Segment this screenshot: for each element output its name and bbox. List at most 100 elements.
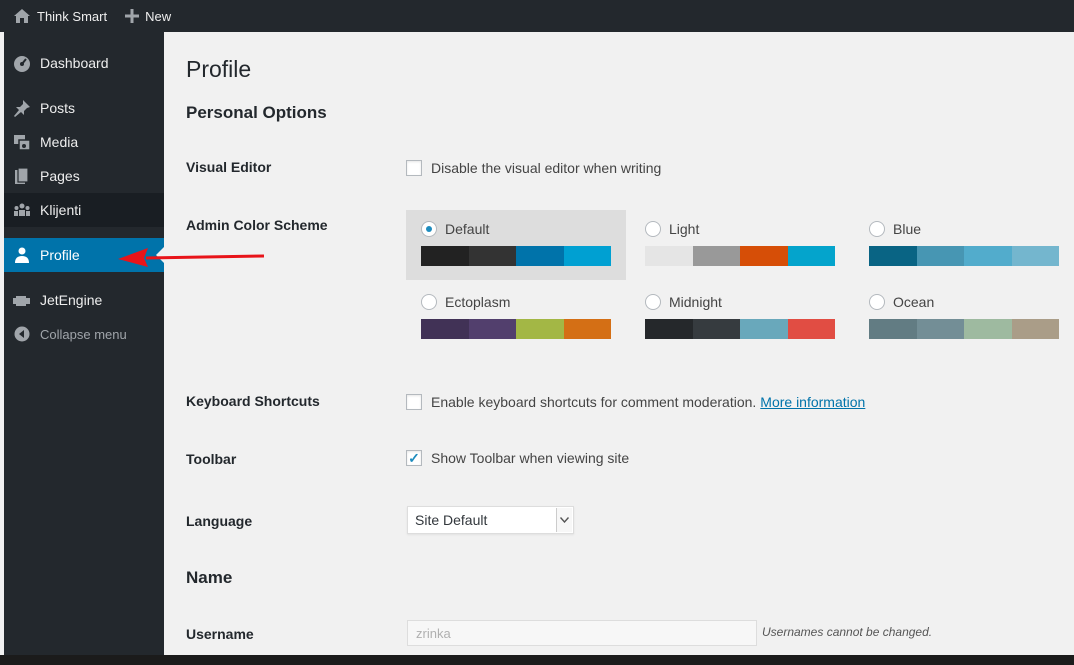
color-swatch	[421, 319, 469, 339]
radio-dot-icon	[426, 226, 432, 232]
chevron-down-icon	[556, 508, 572, 532]
sidebar-item-label: JetEngine	[40, 292, 103, 308]
color-swatch	[692, 246, 740, 266]
checkmark-icon: ✓	[408, 450, 420, 466]
color-scheme-name: Midnight	[669, 294, 722, 310]
toolbar-option-label: Show Toolbar when viewing site	[431, 450, 630, 466]
username-value: zrinka	[416, 625, 451, 641]
color-scheme-name: Ocean	[893, 294, 935, 310]
color-swatch	[740, 246, 788, 266]
new-label: New	[145, 8, 172, 24]
sidebar-item-jetengine[interactable]: JetEngine	[4, 283, 164, 317]
color-swatch	[869, 246, 917, 266]
color-scheme-option[interactable]: Default	[406, 210, 626, 280]
sidebar-item-label: Pages	[40, 168, 80, 184]
color-swatch	[916, 319, 964, 339]
site-name-label: Think Smart	[37, 8, 108, 24]
visual-editor-checkbox[interactable]	[406, 160, 422, 176]
color-swatches	[869, 319, 1059, 339]
keyboard-shortcuts-option: Enable keyboard shortcuts for comment mo…	[406, 394, 865, 410]
main-content: Profile Personal Options Visual Editor D…	[164, 32, 1074, 655]
color-scheme-header: Ectoplasm	[421, 293, 611, 311]
color-swatch	[421, 246, 469, 266]
sidebar-item-klijenti[interactable]: Klijenti	[4, 193, 164, 227]
color-scheme-option[interactable]: Midnight	[630, 283, 850, 353]
visual-editor-option[interactable]: Disable the visual editor when writing	[406, 160, 661, 176]
keyboard-shortcuts-label: Keyboard Shortcuts	[186, 393, 320, 409]
color-scheme-header: Midnight	[645, 293, 835, 311]
sidebar-item-dashboard[interactable]: Dashboard	[4, 46, 164, 80]
language-label: Language	[186, 513, 253, 529]
color-swatch	[964, 319, 1012, 339]
color-scheme-radio[interactable]	[869, 221, 885, 237]
dashboard-icon	[4, 54, 40, 72]
color-swatches	[645, 246, 835, 266]
color-swatch	[468, 246, 516, 266]
color-swatch	[1011, 319, 1059, 339]
color-scheme-option[interactable]: Ocean	[854, 283, 1074, 353]
jetengine-icon	[4, 292, 40, 308]
color-swatch	[516, 319, 564, 339]
color-scheme-name: Default	[445, 221, 490, 237]
collapse-menu-button[interactable]: Collapse menu	[4, 317, 164, 351]
admin-bar: Think Smart New	[0, 0, 1074, 32]
pin-icon	[4, 99, 40, 117]
color-swatch	[645, 319, 693, 339]
color-scheme-option[interactable]: Blue	[854, 210, 1074, 280]
sidebar-item-label: Dashboard	[40, 55, 109, 71]
language-select-value: Site Default	[415, 512, 488, 528]
color-swatches	[421, 246, 611, 266]
color-swatch	[916, 246, 964, 266]
toolbar-option[interactable]: ✓ Show Toolbar when viewing site	[406, 450, 629, 466]
username-input[interactable]: zrinka	[407, 620, 757, 646]
color-swatch	[1011, 246, 1059, 266]
name-heading: Name	[186, 568, 233, 587]
color-scheme-header: Default	[421, 220, 611, 238]
color-scheme-name: Blue	[893, 221, 922, 237]
sidebar-item-label: Posts	[40, 100, 76, 116]
sidebar-item-pages[interactable]: Pages	[4, 159, 164, 193]
pages-icon	[4, 167, 40, 185]
language-select[interactable]: Site Default	[407, 506, 574, 534]
color-scheme-radio[interactable]	[645, 221, 661, 237]
color-scheme-option[interactable]: Light	[630, 210, 850, 280]
color-swatch	[787, 319, 835, 339]
color-scheme-radio[interactable]	[421, 221, 437, 237]
color-swatch	[787, 246, 835, 266]
color-swatch	[869, 319, 917, 339]
color-swatch	[645, 246, 693, 266]
keyboard-shortcuts-option-label: Enable keyboard shortcuts for comment mo…	[431, 394, 757, 410]
toolbar-checkbox[interactable]: ✓	[406, 450, 422, 466]
color-swatch	[563, 246, 611, 266]
annotation-arrow-icon	[118, 248, 265, 267]
user-icon	[4, 246, 40, 264]
sidebar-item-label: Klijenti	[40, 202, 82, 218]
color-scheme-name: Ectoplasm	[445, 294, 511, 310]
page-title: Profile	[186, 56, 252, 82]
groups-icon	[4, 201, 40, 219]
color-swatch	[740, 319, 788, 339]
color-swatch	[468, 319, 516, 339]
toolbar-label: Toolbar	[186, 451, 237, 467]
color-swatches	[421, 319, 611, 339]
new-content-link[interactable]: New	[116, 0, 180, 32]
more-information-link[interactable]: More information	[760, 394, 865, 410]
site-name-link[interactable]: Think Smart	[0, 0, 116, 32]
username-description: Usernames cannot be changed.	[762, 625, 933, 639]
color-scheme-radio[interactable]	[421, 294, 437, 310]
sidebar-item-media[interactable]: Media	[4, 125, 164, 159]
color-scheme-header: Blue	[869, 220, 1059, 238]
sidebar-item-label: Profile	[40, 247, 80, 263]
color-scheme-radio[interactable]	[869, 294, 885, 310]
color-scheme-radio[interactable]	[645, 294, 661, 310]
plus-icon	[125, 9, 140, 23]
color-scheme-option[interactable]: Ectoplasm	[406, 283, 626, 353]
admin-sidebar: Dashboard Posts Media Pages Klijenti Pro…	[4, 32, 164, 655]
keyboard-shortcuts-checkbox[interactable]	[406, 394, 422, 410]
sidebar-item-posts[interactable]: Posts	[4, 91, 164, 125]
color-swatch	[563, 319, 611, 339]
color-swatch	[516, 246, 564, 266]
visual-editor-label: Visual Editor	[186, 159, 272, 175]
media-icon	[4, 133, 40, 151]
username-label: Username	[186, 626, 254, 642]
